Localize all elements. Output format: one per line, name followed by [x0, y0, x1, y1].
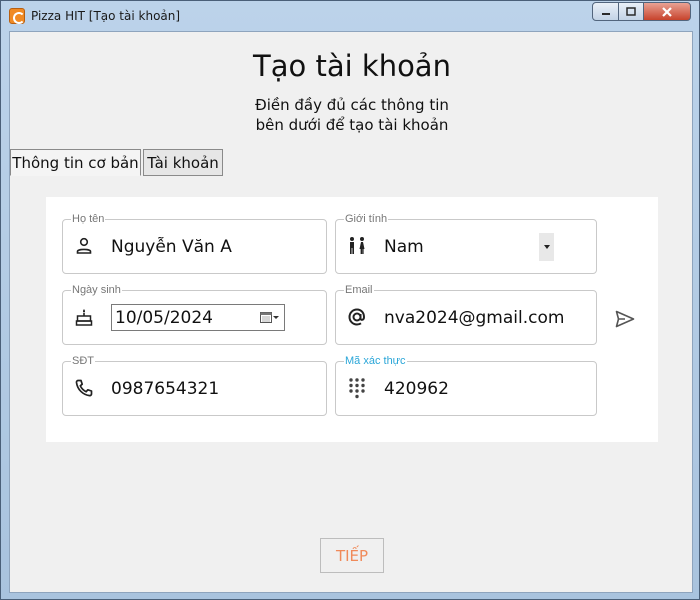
phone-icon: [73, 377, 95, 399]
minimize-button[interactable]: [592, 2, 619, 21]
email-value: nva2024@gmail.com: [384, 308, 565, 328]
tab-basic-info[interactable]: Thông tin cơ bản: [10, 149, 141, 176]
phone-label: SĐT: [71, 354, 95, 368]
calendar-icon: [260, 312, 272, 323]
form-panel: Họ tên Nguyễn Văn A Giới tính Nam Ngày s…: [46, 197, 658, 442]
send-code-button[interactable]: [613, 307, 637, 331]
fullname-value: Nguyễn Văn A: [111, 237, 232, 257]
at-icon: [346, 306, 368, 328]
close-icon: [662, 6, 672, 17]
maximize-icon: [626, 6, 636, 16]
birthday-date-picker[interactable]: 10/05/2024: [111, 304, 285, 331]
birthday-label: Ngày sinh: [71, 283, 122, 297]
email-field[interactable]: Email nva2024@gmail.com: [335, 283, 597, 345]
maximize-button[interactable]: [618, 2, 644, 21]
fullname-label: Họ tên: [71, 212, 106, 226]
phone-value: 0987654321: [111, 379, 220, 399]
dialpad-icon: [346, 377, 368, 399]
pizza-app-icon: [9, 8, 25, 24]
otp-label: Mã xác thực: [344, 354, 407, 368]
email-label: Email: [344, 283, 374, 297]
subtitle-line-2: bên dưới để tạo tài khoản: [255, 116, 449, 134]
otp-value: 420962: [384, 379, 449, 399]
fullname-field[interactable]: Họ tên Nguyễn Văn A: [62, 212, 327, 274]
app-window: Pizza HIT [Tạo tài khoản] Tạo tài khoản …: [0, 0, 700, 600]
window-title: Pizza HIT [Tạo tài khoản]: [31, 9, 181, 23]
cake-icon: [73, 306, 95, 328]
phone-field[interactable]: SĐT 0987654321: [62, 354, 327, 416]
gender-value: Nam: [384, 237, 424, 257]
page-title: Tạo tài khoản: [253, 49, 451, 83]
tab-account[interactable]: Tài khoản: [143, 149, 223, 176]
page-subtitle: Điền đầy đủ các thông tin bên dưới để tạ…: [10, 95, 694, 135]
subtitle-line-1: Điền đầy đủ các thông tin: [255, 96, 449, 114]
next-button[interactable]: TIẾP: [320, 538, 384, 573]
minimize-icon: [601, 12, 610, 15]
chevron-down-icon: [543, 245, 550, 249]
gender-dropdown-button[interactable]: [539, 233, 554, 261]
chevron-down-icon: [273, 315, 279, 319]
gender-label: Giới tính: [344, 212, 389, 226]
calendar-dropdown-button[interactable]: [260, 311, 280, 323]
person-icon: [73, 235, 95, 257]
send-icon: [615, 310, 635, 328]
gender-icon: [346, 235, 368, 257]
birthday-field: Ngày sinh 10/05/2024: [62, 283, 327, 345]
otp-field[interactable]: Mã xác thực 420962: [335, 354, 597, 416]
title-bar[interactable]: Pizza HIT [Tạo tài khoản]: [1, 1, 700, 31]
gender-field[interactable]: Giới tính Nam: [335, 212, 597, 274]
birthday-value: 10/05/2024: [115, 308, 213, 328]
close-button[interactable]: [643, 2, 691, 21]
client-area: Tạo tài khoản Điền đầy đủ các thông tin …: [9, 31, 693, 593]
